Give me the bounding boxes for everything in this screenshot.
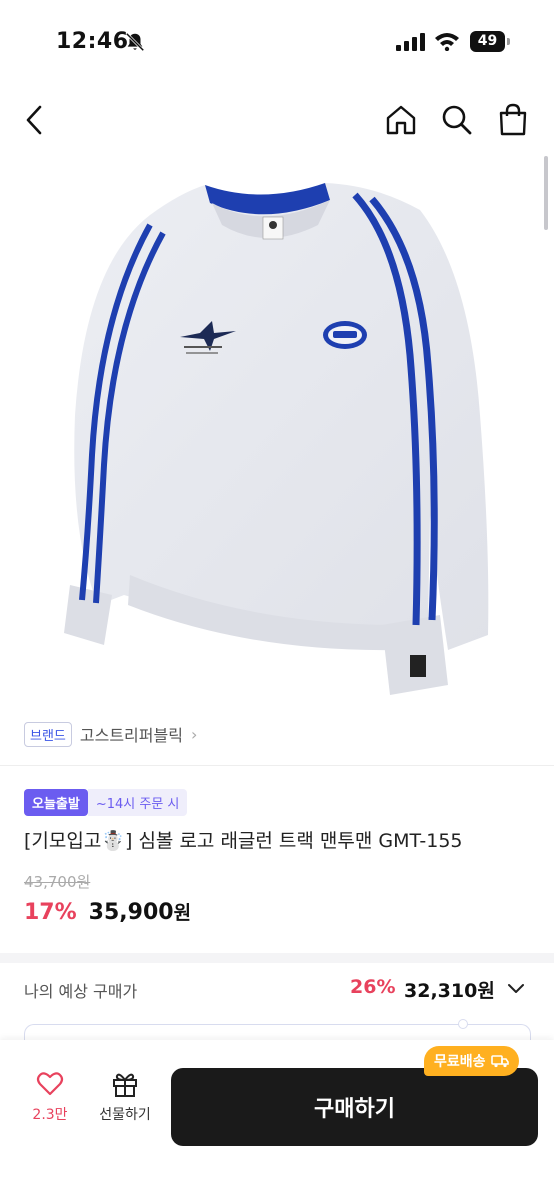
expected-discount: 26% <box>350 976 396 998</box>
back-button[interactable] <box>14 100 54 140</box>
wifi-icon <box>435 33 459 51</box>
discount-rate: 17% <box>24 900 77 925</box>
gift-button[interactable]: 선물하기 <box>92 1070 158 1130</box>
bell-off-icon <box>125 32 145 52</box>
product-image[interactable] <box>0 155 554 700</box>
product-title: [기모입고☃️] 심볼 로고 래글런 트랙 맨투맨 GMT-155 <box>24 830 463 852</box>
like-button[interactable]: 2.3만 <box>20 1070 80 1130</box>
chevron-right-icon: › <box>190 724 198 744</box>
nav-bar <box>0 90 554 150</box>
price-row: 17% 35,900 원 <box>24 898 191 925</box>
coupon-notch <box>458 1019 468 1029</box>
home-icon <box>386 105 416 135</box>
bag-button[interactable] <box>493 100 533 140</box>
divider <box>0 765 554 766</box>
gift-label: 선물하기 <box>99 1107 151 1123</box>
free-shipping-label: 무료배송 <box>434 1054 486 1070</box>
brand-tag: 브랜드 <box>24 721 72 747</box>
search-icon <box>442 105 472 135</box>
battery-icon: 49 <box>470 31 510 52</box>
delivery-badges: 오늘출발 ~14시 주문 시 <box>24 788 188 816</box>
like-count: 2.3만 <box>32 1107 68 1123</box>
buy-button[interactable]: 구매하기 <box>171 1068 538 1146</box>
heart-icon <box>36 1072 64 1096</box>
order-cutoff-badge: ~14시 주문 시 <box>87 788 188 816</box>
home-button[interactable] <box>381 100 421 140</box>
search-button[interactable] <box>437 100 477 140</box>
back-icon <box>26 105 42 135</box>
today-shipping-badge: 오늘출발 <box>24 788 88 816</box>
expected-price: 32,310원 <box>404 980 495 1002</box>
status-time: 12:46 <box>56 29 129 54</box>
original-price: 43,700원 <box>24 873 91 891</box>
expected-price-row[interactable]: 나의 예상 구매가 26% 32,310원 <box>0 968 554 1010</box>
signal-icon <box>396 33 425 51</box>
brand-name: 고스트리퍼블릭 <box>79 726 183 745</box>
bag-icon <box>499 103 527 136</box>
sale-price-unit: 원 <box>173 902 192 924</box>
truck-icon <box>490 1055 509 1068</box>
free-shipping-badge: 무료배송 <box>424 1046 519 1076</box>
sale-price: 35,900 <box>88 900 174 925</box>
section-divider <box>0 953 554 963</box>
status-bar: 12:46 49 <box>0 0 554 84</box>
expected-price-label: 나의 예상 구매가 <box>24 982 138 1001</box>
sweatshirt-illustration <box>64 183 489 695</box>
battery-level: 49 <box>470 31 505 52</box>
chevron-down-icon[interactable] <box>506 978 526 998</box>
gift-icon <box>113 1073 137 1097</box>
scrollbar[interactable] <box>544 156 548 230</box>
brand-link[interactable]: 브랜드 고스트리퍼블릭 › <box>24 720 197 748</box>
